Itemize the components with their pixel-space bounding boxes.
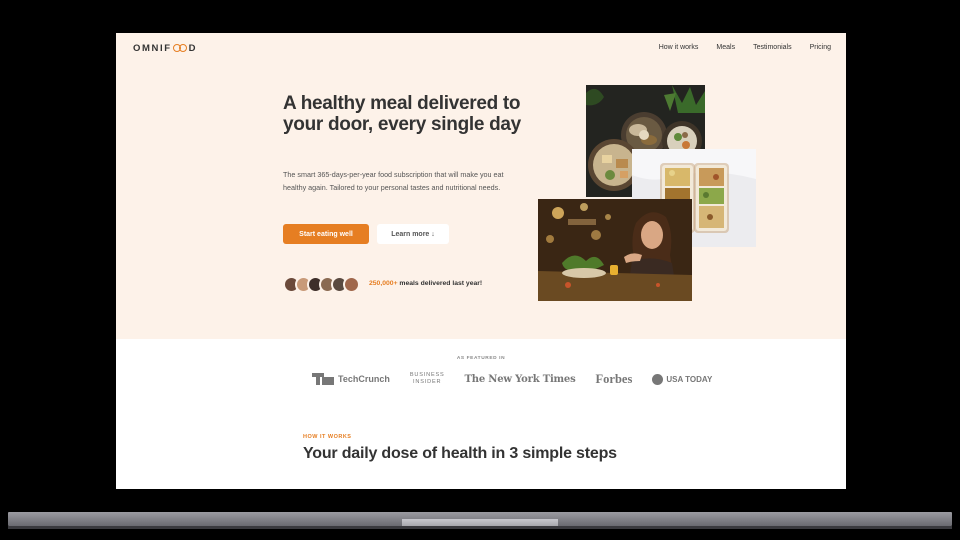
meals-delivered-count: 250,000+ xyxy=(369,280,398,287)
hero-description: The smart 365-days-per-year food subscri… xyxy=(283,170,504,192)
nav-link-testimonials[interactable]: Testimonials xyxy=(753,44,792,51)
laptop-base-notch xyxy=(402,519,558,526)
laptop-base-edge xyxy=(8,526,952,529)
woman-eating-image xyxy=(538,199,692,301)
main-nav: How it works Meals Testimonials Pricing xyxy=(659,44,831,51)
nav-link-pricing[interactable]: Pricing xyxy=(810,44,831,51)
start-eating-well-button[interactable]: Start eating well xyxy=(283,224,369,244)
meals-delivered-text: 250,000+ meals delivered last year! xyxy=(369,280,483,287)
nav-link-meals[interactable]: Meals xyxy=(716,44,735,51)
learn-more-button[interactable]: Learn more ↓ xyxy=(377,224,449,244)
logo-infinity-icon xyxy=(172,43,188,52)
forbes-logo: Forbes xyxy=(595,371,633,386)
browser-screen: OMNIF D How it works Meals Testimonials P… xyxy=(116,33,846,489)
usa-today-logo: USA TODAY xyxy=(652,373,712,385)
omnifood-logo[interactable]: OMNIF D xyxy=(133,43,197,54)
nav-link-how-it-works[interactable]: How it works xyxy=(659,44,699,51)
avatar xyxy=(343,276,360,293)
customer-avatars xyxy=(283,276,360,293)
press-logos: TechCrunch BUSINESS INSIDER The New York… xyxy=(312,369,712,389)
new-york-times-logo: The New York Times xyxy=(464,373,576,385)
hero-section: OMNIF D How it works Meals Testimonials P… xyxy=(116,33,846,339)
techcrunch-logo: TechCrunch xyxy=(312,373,390,385)
featured-in-label: AS FEATURED IN xyxy=(456,356,506,361)
hero-headline: A healthy meal delivered to your door, e… xyxy=(283,93,521,135)
how-it-works-label: HOW IT WORKS xyxy=(303,434,352,440)
business-insider-logo: BUSINESS INSIDER xyxy=(409,372,445,385)
techcrunch-mark-icon xyxy=(312,373,334,385)
how-it-works-title: Your daily dose of health in 3 simple st… xyxy=(303,445,617,462)
usa-today-dot-icon xyxy=(652,373,664,385)
